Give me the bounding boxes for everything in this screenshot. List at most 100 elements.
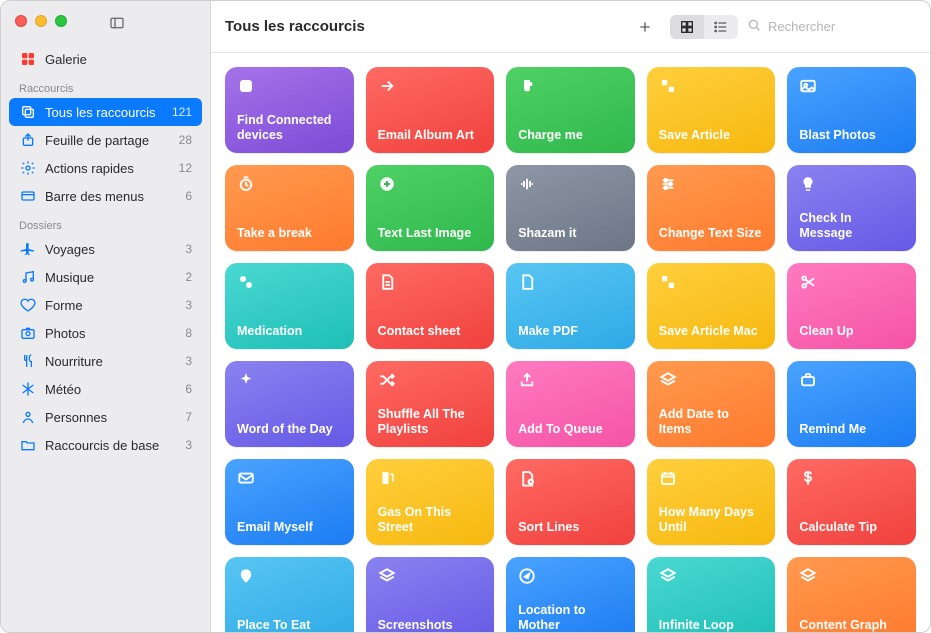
shortcut-tile[interactable]: Calculate Tip	[787, 459, 916, 545]
shortcut-tile[interactable]: Add To Queue	[506, 361, 635, 447]
sidebar-item-all-shortcuts[interactable]: Tous les raccourcis 121	[9, 98, 202, 126]
battery-icon	[518, 77, 623, 97]
shortcut-tile[interactable]: Blast Photos	[787, 67, 916, 153]
sidebar-item-label: Musique	[45, 270, 94, 285]
sidebar-item-menu-bar[interactable]: Barre des menus 6	[9, 182, 202, 210]
new-shortcut-button[interactable]	[628, 14, 662, 40]
shortcut-tile[interactable]: Clean Up	[787, 263, 916, 349]
sidebar-folder-fitness[interactable]: Forme 3	[9, 291, 202, 319]
shortcut-tile[interactable]: Word of the Day	[225, 361, 354, 447]
sidebar-item-count: 3	[185, 298, 192, 312]
shortcuts-grid-scroll[interactable]: Find Connected devices Email Album Art C…	[211, 53, 930, 632]
shortcut-label: Screenshots	[378, 618, 483, 632]
shortcut-label: Add Date to Items	[659, 407, 764, 437]
shortcut-label: Charge me	[518, 128, 623, 143]
share-arrow-icon	[378, 77, 483, 97]
sidebar-folder-basic[interactable]: Raccourcis de base 3	[9, 431, 202, 459]
sidebar-item-label: Feuille de partage	[45, 133, 149, 148]
shortcut-tile[interactable]: Shazam it	[506, 165, 635, 251]
shuffle-icon	[378, 371, 483, 391]
fork-knife-icon	[19, 353, 37, 369]
shortcut-label: Medication	[237, 324, 342, 339]
shortcut-tile[interactable]: Email Myself	[225, 459, 354, 545]
sidebar-item-label: Voyages	[45, 242, 95, 257]
sidebar-folder-photos[interactable]: Photos 8	[9, 319, 202, 347]
airplane-icon	[19, 241, 37, 257]
shortcut-tile[interactable]: Sort Lines	[506, 459, 635, 545]
shortcut-tile[interactable]: Contact sheet	[366, 263, 495, 349]
shortcut-tile[interactable]: Medication	[225, 263, 354, 349]
dollar-icon	[799, 469, 904, 489]
shortcut-label: Text Last Image	[378, 226, 483, 241]
shortcut-label: Save Article Mac	[659, 324, 764, 339]
grid-view-button[interactable]	[670, 15, 704, 39]
shortcuts-grid: Find Connected devices Email Album Art C…	[225, 67, 916, 632]
calendar-icon	[659, 469, 764, 489]
sidebar-item-count: 2	[185, 270, 192, 284]
view-switcher	[670, 15, 738, 39]
sidebar-item-label: Raccourcis de base	[45, 438, 159, 453]
list-view-button[interactable]	[704, 15, 738, 39]
shortcut-label: Change Text Size	[659, 226, 764, 241]
sidebar-folder-weather[interactable]: Météo 6	[9, 375, 202, 403]
zoom-window-button[interactable]	[55, 15, 67, 27]
shortcut-tile[interactable]: Find Connected devices	[225, 67, 354, 153]
sidebar-item-label: Forme	[45, 298, 83, 313]
shortcut-label: Contact sheet	[378, 324, 483, 339]
shortcut-tile[interactable]: Email Album Art	[366, 67, 495, 153]
shortcut-label: Content Graph	[799, 618, 904, 632]
shortcut-tile[interactable]: Charge me	[506, 67, 635, 153]
sidebar-folder-food[interactable]: Nourriture 3	[9, 347, 202, 375]
maps-icon	[237, 567, 342, 587]
briefcase-icon	[799, 371, 904, 391]
shortcut-tile[interactable]: Check In Message	[787, 165, 916, 251]
sidebar-item-count: 6	[185, 382, 192, 396]
sidebar-item-share-sheet[interactable]: Feuille de partage 28	[9, 126, 202, 154]
music-icon	[19, 269, 37, 285]
photo-icon	[799, 77, 904, 97]
shortcut-tile[interactable]: Add Date to Items	[647, 361, 776, 447]
search-field[interactable]: Rechercher	[746, 17, 916, 36]
waveform-icon	[518, 175, 623, 195]
shortcut-label: Find Connected devices	[237, 113, 342, 143]
shortcut-tile[interactable]: Remind Me	[787, 361, 916, 447]
shortcut-tile[interactable]: Infinite Loop	[647, 557, 776, 632]
app-window: Galerie Raccourcis Tous les raccourcis 1…	[0, 0, 931, 633]
sidebar-folder-music[interactable]: Musique 2	[9, 263, 202, 291]
sidebar: Galerie Raccourcis Tous les raccourcis 1…	[1, 1, 211, 632]
sidebar-item-label: Météo	[45, 382, 81, 397]
shortcut-tile[interactable]: Place To Eat	[225, 557, 354, 632]
sidebar-folder-people[interactable]: Personnes 7	[9, 403, 202, 431]
minimize-window-button[interactable]	[35, 15, 47, 27]
app-icon	[237, 77, 342, 97]
person-icon	[19, 409, 37, 425]
shortcut-tile[interactable]: Take a break	[225, 165, 354, 251]
shortcut-tile[interactable]: Save Article Mac	[647, 263, 776, 349]
layers-icon	[659, 371, 764, 391]
sidebar-item-quick-actions[interactable]: Actions rapides 12	[9, 154, 202, 182]
sidebar-item-count: 3	[185, 242, 192, 256]
toggle-sidebar-button[interactable]	[103, 11, 131, 35]
shortcut-tile[interactable]: Save Article	[647, 67, 776, 153]
shortcut-label: Place To Eat	[237, 618, 342, 632]
shortcut-tile[interactable]: Text Last Image	[366, 165, 495, 251]
scissors-icon	[799, 273, 904, 293]
compass-icon	[518, 567, 623, 587]
shortcut-tile[interactable]: Location to Mother	[506, 557, 635, 632]
shortcut-tile[interactable]: Shuffle All The Playlists	[366, 361, 495, 447]
layers-icon	[378, 567, 483, 587]
close-window-button[interactable]	[15, 15, 27, 27]
gas-pump-icon	[378, 469, 483, 489]
sparkle-icon	[237, 371, 342, 391]
shortcut-label: Infinite Loop	[659, 618, 764, 632]
sidebar-item-count: 6	[185, 189, 192, 203]
shortcut-tile[interactable]: Content Graph	[787, 557, 916, 632]
grid-icon	[19, 51, 37, 67]
shortcut-tile[interactable]: Screenshots	[366, 557, 495, 632]
sidebar-folder-travel[interactable]: Voyages 3	[9, 235, 202, 263]
shortcut-tile[interactable]: How Many Days Until	[647, 459, 776, 545]
shortcut-tile[interactable]: Change Text Size	[647, 165, 776, 251]
shortcut-tile[interactable]: Make PDF	[506, 263, 635, 349]
sidebar-gallery[interactable]: Galerie	[9, 45, 202, 73]
shortcut-tile[interactable]: Gas On This Street	[366, 459, 495, 545]
